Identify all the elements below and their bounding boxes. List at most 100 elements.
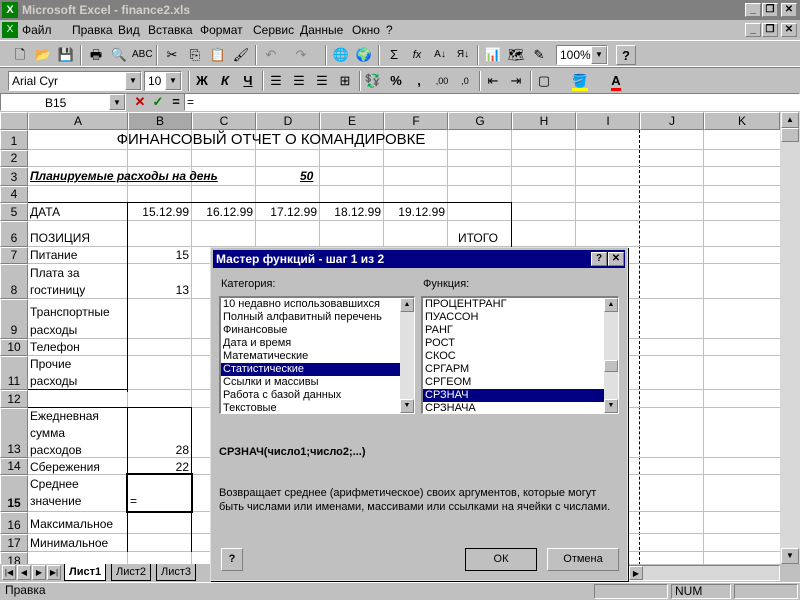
- percent-button[interactable]: %: [386, 71, 406, 91]
- cancel-entry-icon[interactable]: ✕: [130, 92, 150, 112]
- office-assistant-icon[interactable]: ?: [616, 45, 636, 65]
- row-header[interactable]: 17: [0, 534, 28, 552]
- chevron-down-icon[interactable]: ▼: [125, 72, 141, 90]
- undo-icon[interactable]: ↶: [261, 45, 281, 65]
- category-listbox[interactable]: 10 недавно использовавшихся Полный алфав…: [219, 296, 415, 414]
- web-toolbar-icon[interactable]: 🌍: [354, 45, 374, 65]
- column-header[interactable]: H: [512, 112, 576, 130]
- category-item[interactable]: Дата и время: [221, 337, 414, 350]
- doc-restore-button[interactable]: ❐: [762, 23, 778, 37]
- font-color-icon[interactable]: A: [606, 71, 626, 91]
- function-item[interactable]: СРГЕОМ: [423, 376, 618, 389]
- category-item[interactable]: 10 недавно использовавшихся: [221, 298, 414, 311]
- close-button[interactable]: ✕: [781, 3, 797, 17]
- cancel-button[interactable]: Отмена: [547, 548, 619, 571]
- function-scrollbar[interactable]: ▲ ▼: [604, 298, 618, 413]
- scroll-thumb[interactable]: [781, 128, 799, 142]
- category-item[interactable]: Ссылки и массивы: [221, 376, 414, 389]
- menu-tools[interactable]: Сервис: [253, 23, 294, 37]
- active-cell-border[interactable]: [126, 473, 193, 513]
- function-item[interactable]: РАНГ: [423, 324, 618, 337]
- function-item[interactable]: СКОС: [423, 350, 618, 363]
- category-scrollbar[interactable]: ▲ ▼: [400, 298, 414, 413]
- column-header[interactable]: F: [384, 112, 448, 130]
- function-item-selected[interactable]: СРЗНАЧ: [423, 389, 618, 402]
- function-item[interactable]: СРГАРМ: [423, 363, 618, 376]
- font-select[interactable]: Arial Cyr ▼: [8, 71, 142, 91]
- category-item[interactable]: Математические: [221, 350, 414, 363]
- menu-file[interactable]: Файл: [22, 23, 52, 37]
- copy-icon[interactable]: ⎘: [185, 45, 205, 65]
- menu-insert[interactable]: Вставка: [148, 23, 193, 37]
- last-sheet-icon[interactable]: ▶|: [47, 565, 61, 580]
- category-item[interactable]: Полный алфавитный перечень: [221, 311, 414, 324]
- scroll-down-icon[interactable]: ▼: [781, 548, 799, 564]
- align-right-icon[interactable]: ☰: [312, 71, 332, 91]
- function-item[interactable]: ПУАССОН: [423, 311, 618, 324]
- help-icon[interactable]: ?: [591, 252, 607, 266]
- confirm-entry-icon[interactable]: ✓: [148, 92, 168, 112]
- edit-formula-button[interactable]: =: [166, 92, 186, 112]
- office-assistant-icon[interactable]: ?: [221, 548, 243, 571]
- sheet-tab-1[interactable]: Лист1: [64, 564, 107, 581]
- bold-button[interactable]: Ж: [192, 71, 212, 91]
- new-document-icon[interactable]: 🗋: [10, 45, 30, 65]
- first-sheet-icon[interactable]: |◀: [2, 565, 16, 580]
- row-header[interactable]: 13: [0, 408, 28, 458]
- font-size-select[interactable]: 10 ▼: [144, 71, 182, 91]
- doc-close-button[interactable]: ✕: [781, 23, 797, 37]
- ok-button[interactable]: ОК: [465, 548, 537, 571]
- drawing-icon[interactable]: ✎: [529, 45, 549, 65]
- underline-button[interactable]: Ч: [238, 71, 258, 91]
- menu-data[interactable]: Данные: [300, 23, 343, 37]
- workbook-icon[interactable]: X: [2, 22, 18, 38]
- category-item[interactable]: Финансовые: [221, 324, 414, 337]
- align-center-icon[interactable]: ☰: [289, 71, 309, 91]
- sort-ascending-icon[interactable]: A↓: [430, 45, 450, 65]
- scroll-down-icon[interactable]: ▼: [400, 399, 414, 413]
- formula-input[interactable]: =: [184, 93, 800, 111]
- function-item[interactable]: СРЗНАЧА: [423, 402, 618, 413]
- open-folder-icon[interactable]: 📂: [33, 45, 53, 65]
- function-listbox[interactable]: ПРОЦЕНТРАНГ ПУАССОН РАНГ РОСТ СКОС СРГАР…: [421, 296, 619, 414]
- column-header[interactable]: K: [704, 112, 780, 130]
- scroll-up-icon[interactable]: ▲: [781, 112, 799, 128]
- row-header[interactable]: 9: [0, 299, 28, 339]
- row-header[interactable]: 4: [0, 186, 28, 203]
- column-header[interactable]: C: [192, 112, 256, 130]
- print-preview-icon[interactable]: 🔍: [109, 45, 129, 65]
- row-header[interactable]: 7: [0, 247, 28, 264]
- category-item[interactable]: Текстовые: [221, 402, 414, 413]
- merge-center-icon[interactable]: ⊞: [335, 71, 355, 91]
- italic-button[interactable]: К: [215, 71, 235, 91]
- function-item[interactable]: РОСТ: [423, 337, 618, 350]
- row-header[interactable]: 6: [0, 221, 28, 247]
- sheet-tab-2[interactable]: Лист2: [111, 564, 152, 581]
- name-box[interactable]: B15 ▼: [0, 93, 126, 111]
- spelling-icon[interactable]: ABC: [132, 45, 153, 65]
- scroll-down-icon[interactable]: ▼: [604, 399, 618, 413]
- row-header[interactable]: 8: [0, 264, 28, 299]
- excel-app-icon[interactable]: X: [2, 2, 18, 18]
- close-icon[interactable]: ✕: [608, 252, 624, 266]
- format-painter-icon[interactable]: 🖌: [231, 45, 251, 65]
- print-icon[interactable]: 🖶: [86, 45, 106, 65]
- row-header[interactable]: 16: [0, 512, 28, 534]
- fill-color-icon[interactable]: 🪣: [570, 71, 590, 91]
- row-header[interactable]: 1: [0, 130, 28, 150]
- function-item[interactable]: ПРОЦЕНТРАНГ: [423, 298, 618, 311]
- scroll-up-icon[interactable]: ▲: [604, 298, 618, 312]
- row-header[interactable]: 10: [0, 339, 28, 356]
- category-item[interactable]: Работа с базой данных: [221, 389, 414, 402]
- column-header[interactable]: A: [28, 112, 128, 130]
- row-header[interactable]: 3: [0, 167, 28, 186]
- chart-wizard-icon[interactable]: 📊: [483, 45, 503, 65]
- select-all-corner[interactable]: [0, 112, 28, 130]
- redo-icon[interactable]: ↷: [291, 45, 311, 65]
- menu-help[interactable]: ?: [386, 23, 393, 37]
- sort-descending-icon[interactable]: Я↓: [453, 45, 473, 65]
- column-header[interactable]: G: [448, 112, 512, 130]
- cut-icon[interactable]: ✂: [162, 45, 182, 65]
- save-icon[interactable]: 💾: [56, 45, 76, 65]
- scroll-up-icon[interactable]: ▲: [400, 298, 414, 312]
